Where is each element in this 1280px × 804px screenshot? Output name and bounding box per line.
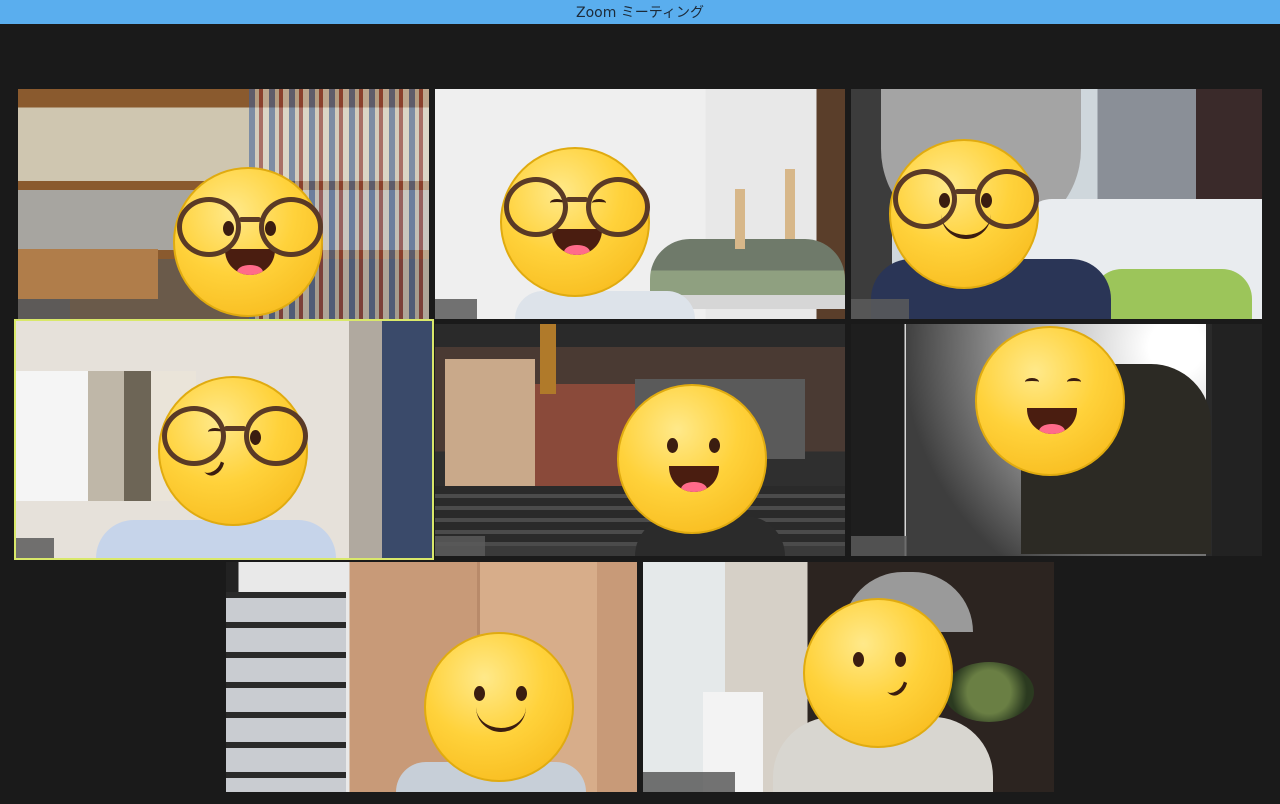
emoji-face-icon [889, 139, 1039, 289]
gallery-view [0, 24, 1280, 804]
window-title: Zoom ミーティング [576, 5, 704, 21]
participant-name-label [851, 536, 907, 556]
participant-name-label [18, 299, 70, 319]
participant-tile-8[interactable] [643, 562, 1054, 792]
emoji-face-icon [803, 598, 953, 748]
participant-tile-1[interactable] [18, 89, 429, 319]
glasses-icon [504, 167, 650, 247]
glasses-icon [177, 187, 323, 267]
emoji-face-icon [424, 632, 574, 782]
participant-tile-5[interactable] [435, 324, 845, 556]
emoji-face-icon [500, 147, 650, 297]
emoji-face-icon [173, 167, 323, 317]
participant-name-label [435, 299, 477, 319]
participant-name-label [435, 536, 485, 556]
participant-tile-6[interactable] [851, 324, 1262, 556]
participant-name-label [851, 299, 909, 319]
participant-name-label [643, 772, 735, 792]
emoji-face-icon [975, 326, 1125, 476]
participant-tile-7[interactable] [226, 562, 637, 792]
participant-tile-3[interactable] [851, 89, 1262, 319]
window-titlebar: Zoom ミーティング [0, 0, 1280, 24]
participant-tile-2[interactable] [435, 89, 845, 319]
participant-name-label [16, 538, 54, 558]
glasses-icon [893, 159, 1039, 239]
glasses-icon [162, 396, 308, 476]
emoji-face-icon [617, 384, 767, 534]
emoji-face-icon [158, 376, 308, 526]
participant-tile-4-active-speaker[interactable] [14, 319, 434, 560]
